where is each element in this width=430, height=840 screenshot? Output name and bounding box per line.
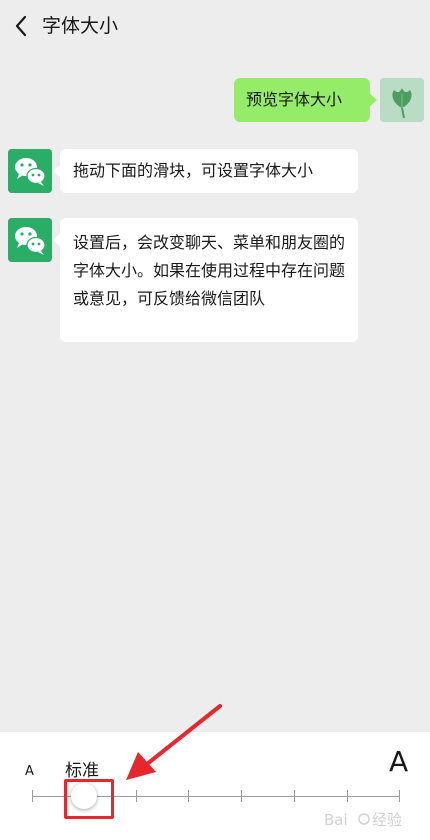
wechat-avatar[interactable] [8, 149, 52, 193]
header: 字体大小 [0, 0, 430, 52]
red-highlight-rectangle [64, 779, 114, 819]
user-avatar[interactable] [380, 78, 424, 122]
wechat-logo-icon [8, 149, 52, 193]
chevron-left-icon[interactable] [10, 13, 34, 39]
wechat-avatar[interactable] [8, 218, 52, 262]
slider-tick[interactable] [32, 790, 33, 802]
wechat-logo-icon [8, 218, 52, 262]
message-bubble-instruction: 拖动下面的滑块，可设置字体大小 [53, 149, 358, 193]
baidu-watermark-logo: Bai 经验 [324, 811, 402, 829]
slider-tick[interactable] [241, 790, 242, 802]
slider-tick[interactable] [188, 790, 189, 802]
font-size-max-label: A [389, 745, 409, 778]
red-arrow-icon [126, 704, 222, 780]
message-bubble-info: 设置后，会改变聊天、菜单和朋友圈的字体大小。如果在使用过程中存在问题或意见，可反… [53, 218, 358, 342]
slider-tick[interactable] [136, 790, 137, 802]
svg-text:Bai: Bai [324, 811, 348, 829]
slider-tick[interactable] [399, 790, 400, 802]
page-title: 字体大小 [42, 15, 119, 37]
font-size-min-label: A [25, 764, 34, 779]
slider-tick[interactable] [294, 790, 295, 802]
message-bubble-preview: 预览字体大小 [234, 78, 377, 122]
svg-text:经验: 经验 [372, 811, 402, 829]
slider-tick[interactable] [347, 790, 348, 802]
ginkgo-leaf-icon [380, 78, 424, 122]
